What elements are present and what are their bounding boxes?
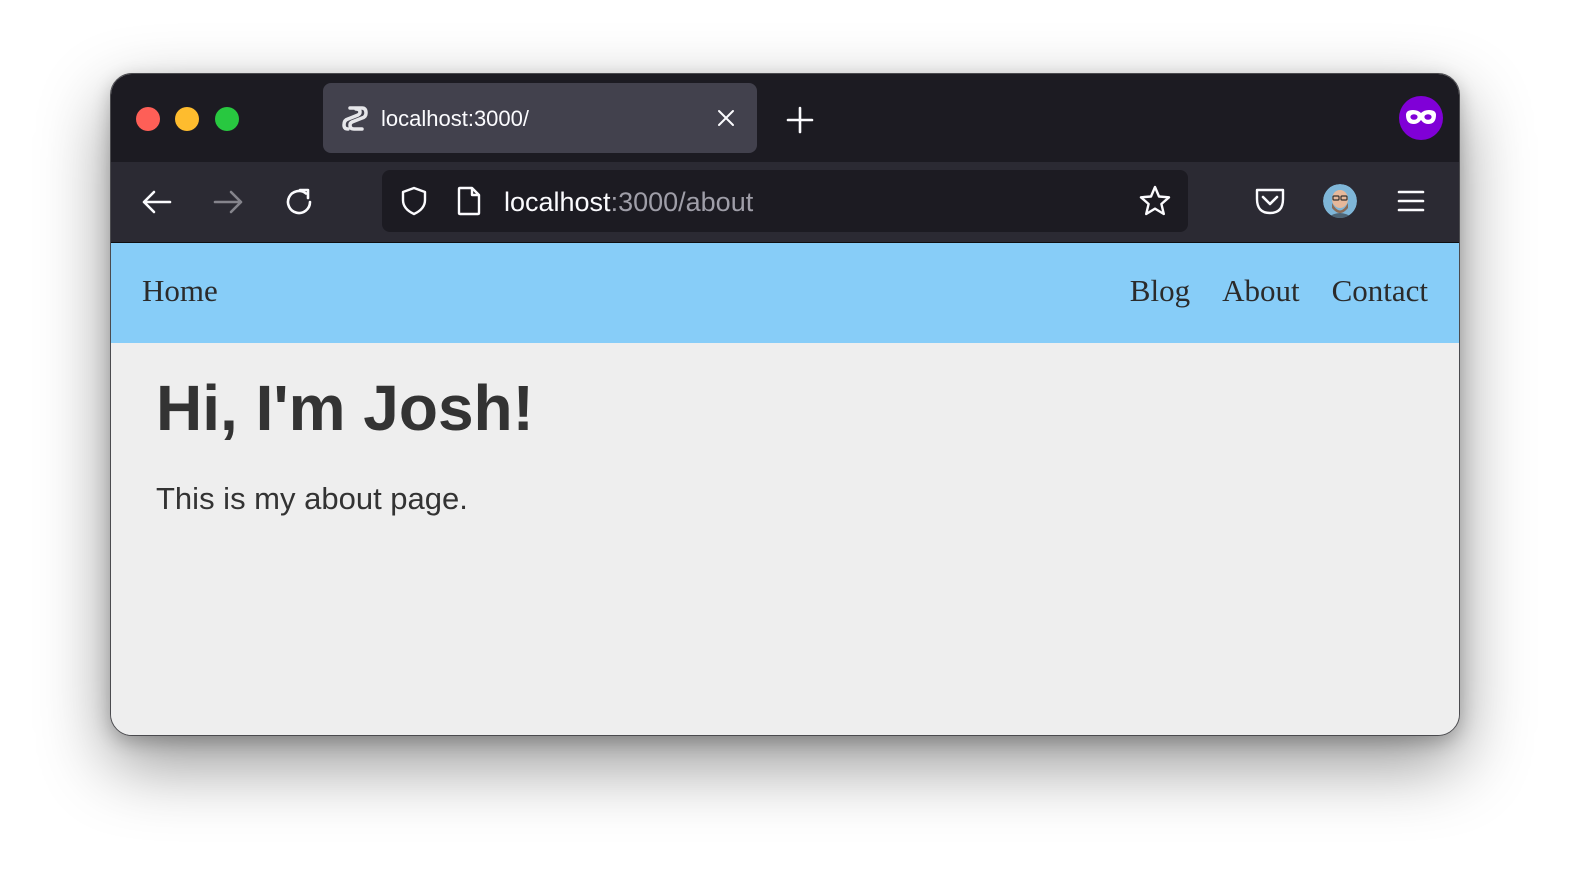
close-icon[interactable] — [715, 107, 737, 129]
nav-link-home[interactable]: Home — [142, 243, 218, 339]
star-icon[interactable] — [1138, 184, 1172, 218]
plus-icon[interactable] — [785, 105, 815, 135]
url-text[interactable]: localhost:3000/about — [504, 170, 753, 232]
url-path: :3000/about — [610, 187, 754, 217]
tab-strip: localhost:3000/ — [111, 74, 1459, 162]
arrow-right-icon[interactable] — [210, 184, 246, 220]
nav-link-about[interactable]: About — [1222, 243, 1300, 339]
site-navigation: Home Blog About Contact — [111, 243, 1459, 343]
page-icon[interactable] — [454, 185, 484, 217]
pocket-icon[interactable] — [1253, 184, 1287, 218]
shield-icon[interactable] — [398, 185, 430, 217]
tab-localhost[interactable]: localhost:3000/ — [323, 83, 757, 153]
arrow-left-icon[interactable] — [139, 184, 175, 220]
url-host: localhost — [504, 187, 611, 217]
page-text: This is my about page. — [156, 481, 468, 516]
reload-icon[interactable] — [281, 184, 317, 220]
window-close-button[interactable] — [136, 107, 160, 131]
avatar[interactable] — [1323, 184, 1357, 218]
tab-title: localhost:3000/ — [381, 106, 529, 131]
browser-window: localhost:3000/ localhost:3000/about Hom… — [110, 73, 1460, 736]
nav-link-blog[interactable]: Blog — [1130, 243, 1190, 339]
window-minimize-button[interactable] — [175, 107, 199, 131]
page-heading: Hi, I'm Josh! — [156, 372, 534, 444]
nav-links: Blog About Contact — [1130, 243, 1428, 339]
navigation-toolbar: localhost:3000/about — [111, 162, 1459, 243]
page-content: Home Blog About Contact Hi, I'm Josh! Th… — [111, 243, 1459, 735]
svelte-logo-icon — [342, 106, 368, 131]
window-zoom-button[interactable] — [215, 107, 239, 131]
hamburger-menu-icon[interactable] — [1395, 186, 1427, 216]
private-browsing-mask-icon[interactable] — [1399, 96, 1443, 140]
nav-link-contact[interactable]: Contact — [1332, 243, 1428, 339]
address-bar[interactable]: localhost:3000/about — [382, 170, 1188, 232]
